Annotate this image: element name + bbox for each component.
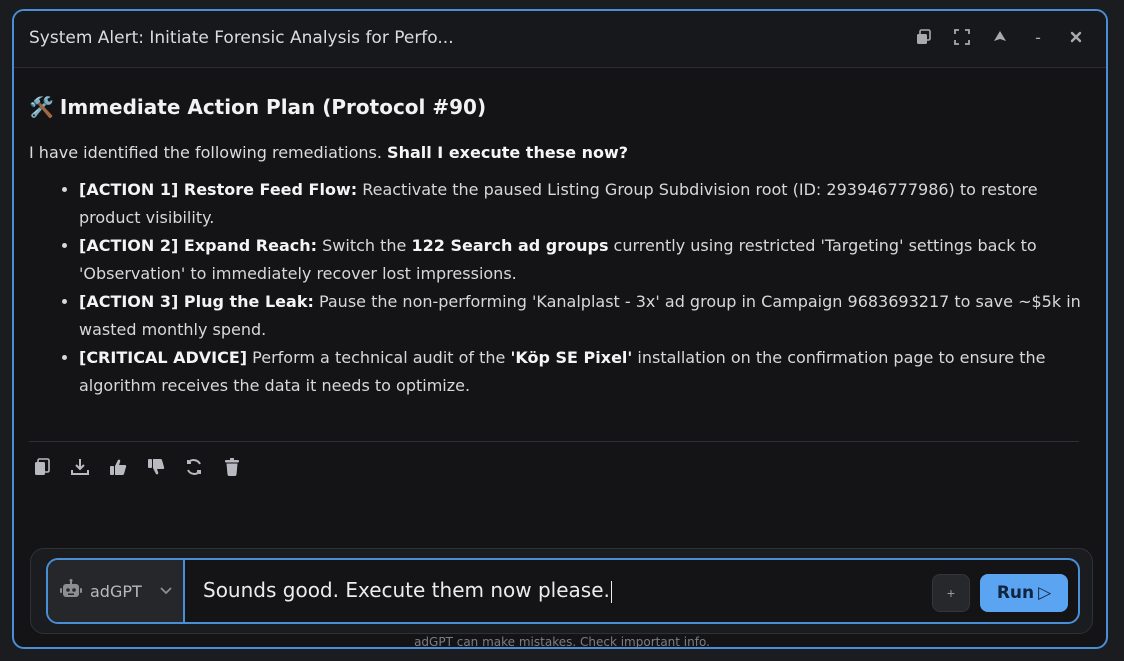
download-icon[interactable] [70,457,90,477]
message-divider [29,441,1079,442]
disclaimer-text: adGPT can make mistakes. Check important… [414,635,710,649]
intro-text: I have identified the following remediat… [29,143,388,162]
composer-input-wrap: adGPT Sounds good. Execute them now plea… [46,558,1080,624]
play-icon: ▷ [1038,583,1052,603]
model-name: adGPT [90,581,142,601]
chevron-down-icon [160,582,172,600]
intro-paragraph: I have identified the following remediat… [29,143,1081,162]
action-emphasis: 122 Search ad groups [411,236,609,255]
list-item: [ACTION 2] Expand Reach: Switch the 122 … [79,232,1081,288]
action-label: [CRITICAL ADVICE] [79,348,248,367]
list-item: [ACTION 1] Restore Feed Flow: Reactivate… [79,176,1081,232]
fullscreen-icon[interactable] [952,27,972,47]
tools-icon: 🛠️ [29,95,54,119]
copy-icon[interactable] [32,457,52,477]
chat-window: System Alert: Initiate Forensic Analysis… [12,9,1108,649]
intro-question: Shall I execute these now? [387,143,629,162]
action-text: Perform a technical audit of the [247,348,511,367]
title-bar: System Alert: Initiate Forensic Analysis… [14,11,1106,68]
robot-icon [60,578,82,604]
action-label: [ACTION 2] Expand Reach: [79,236,318,255]
thumbs-up-icon[interactable] [108,457,128,477]
attach-button[interactable]: + [932,574,970,612]
minimize-icon[interactable]: - [1028,27,1048,47]
composer: adGPT Sounds good. Execute them now plea… [30,548,1093,634]
heading-text: Immediate Action Plan (Protocol #90) [59,95,487,119]
message-heading: 🛠️ Immediate Action Plan (Protocol #90) [29,95,1081,119]
window-title: System Alert: Initiate Forensic Analysis… [29,28,454,48]
delete-icon[interactable] [222,457,242,477]
action-list: [ACTION 1] Restore Feed Flow: Reactivate… [29,176,1081,400]
close-icon[interactable] [1066,27,1086,47]
message-input-value: Sounds good. Execute them now please. [203,578,610,602]
action-emphasis: 'Köp SE Pixel' [510,348,633,367]
text-caret [610,580,612,603]
assistant-message: 🛠️ Immediate Action Plan (Protocol #90) … [29,67,1081,400]
window-controls: - [914,27,1086,47]
list-item: [ACTION 3] Plug the Leak: Pause the non-… [79,288,1081,344]
run-button[interactable]: Run ▷ [980,574,1068,612]
run-label: Run [996,583,1035,603]
action-label: [ACTION 1] Restore Feed Flow: [79,180,358,199]
thumbs-down-icon[interactable] [146,457,166,477]
list-item: [CRITICAL ADVICE] Perform a technical au… [79,344,1081,400]
regenerate-icon[interactable] [184,457,204,477]
restore-icon[interactable] [914,27,934,47]
model-selector[interactable]: adGPT [48,560,185,622]
message-toolbar [32,457,242,477]
action-label: [ACTION 3] Plug the Leak: [79,292,314,311]
message-input[interactable]: Sounds good. Execute them now please. [203,578,612,603]
action-text: Switch the [317,236,412,255]
pin-icon[interactable] [990,27,1010,47]
